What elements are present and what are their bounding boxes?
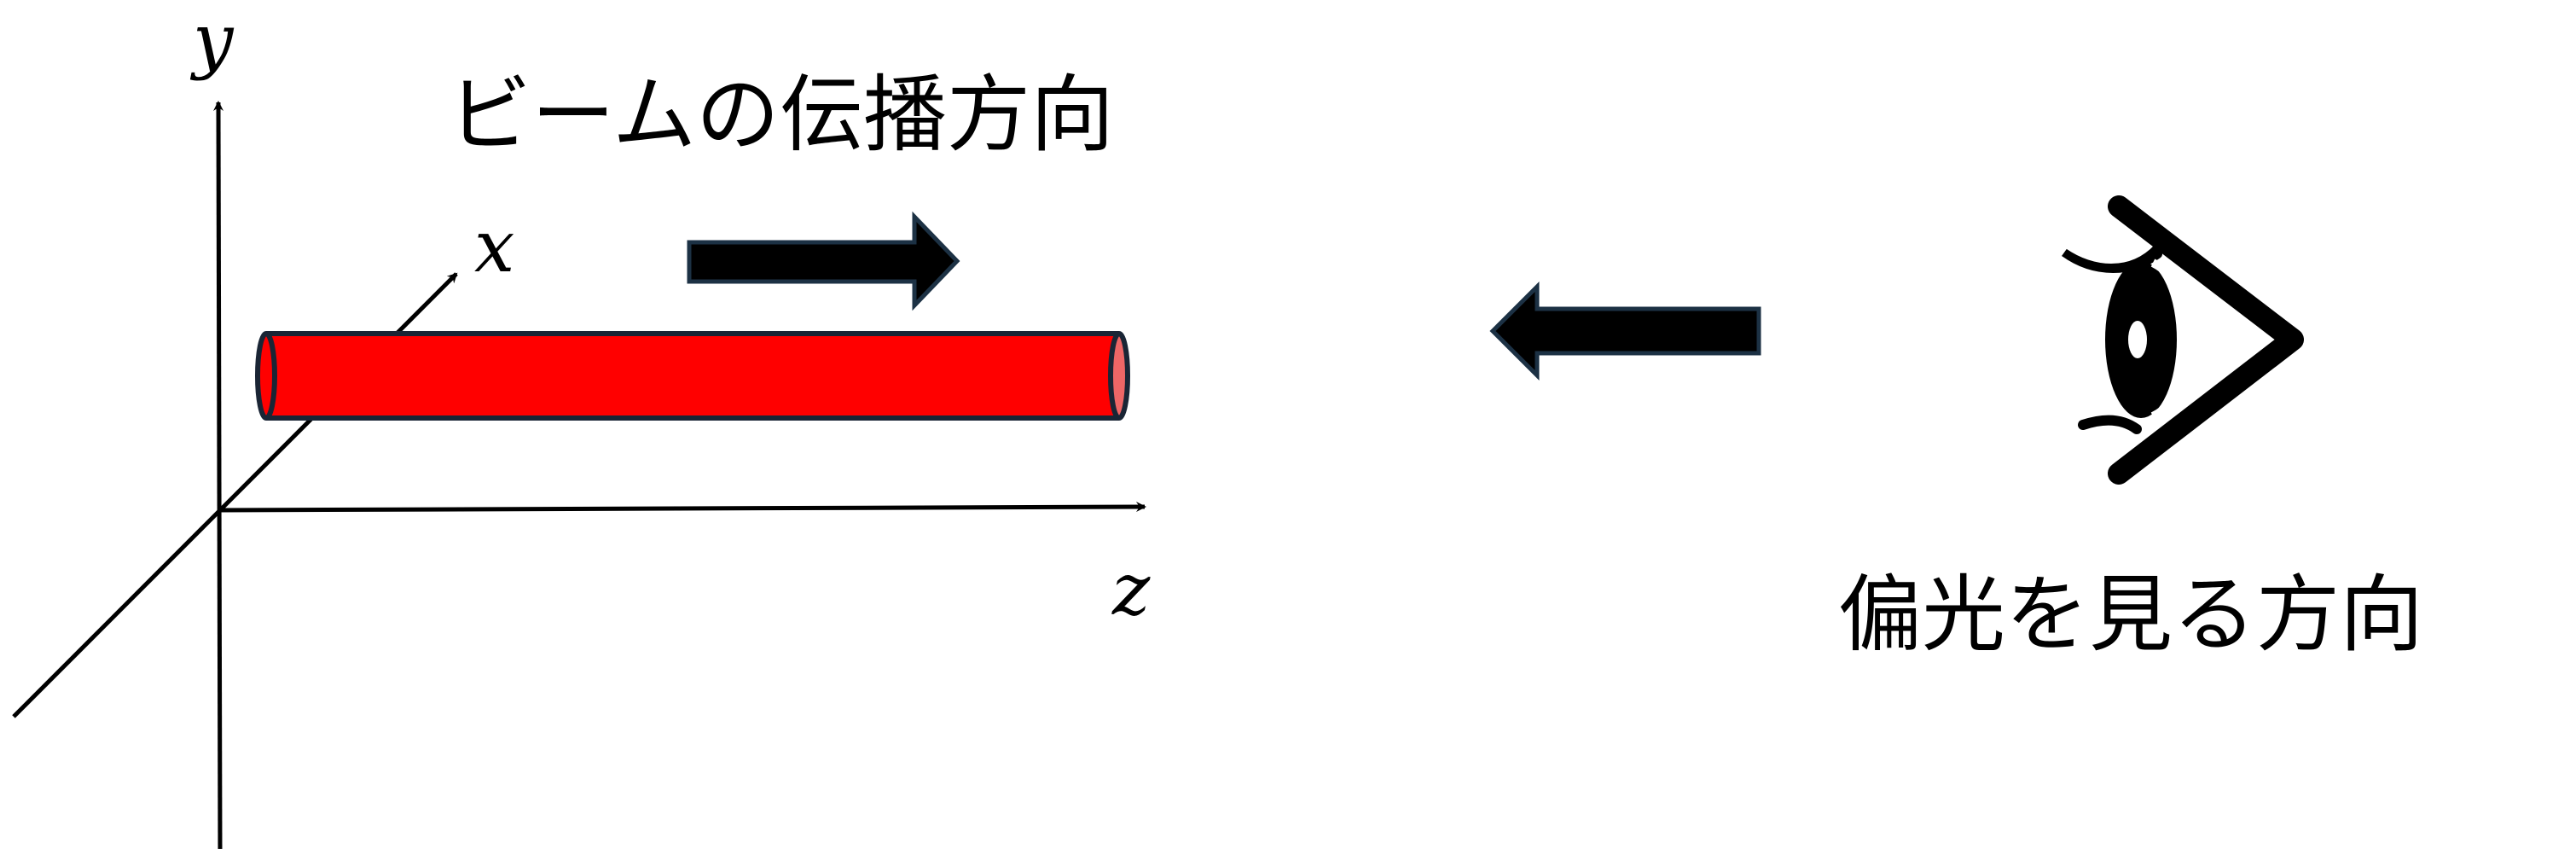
beam-end-cap bbox=[1108, 331, 1130, 421]
y-axis-label: y bbox=[189, 0, 235, 82]
right-arrow-icon bbox=[687, 211, 960, 311]
propagation-direction-label: ビームの伝播方向 bbox=[448, 67, 1114, 164]
z-axis bbox=[218, 502, 1146, 513]
left-arrow-icon bbox=[1489, 281, 1761, 381]
viewing-direction-label: 偏光を見る方向 bbox=[1838, 566, 2423, 664]
beam-polarization-diagram: y x z ビームの伝播方向 偏光を見る方向 bbox=[12, 0, 2423, 850]
x-axis-label: x bbox=[474, 205, 514, 288]
beam-body bbox=[266, 334, 1119, 418]
eye-icon bbox=[2062, 195, 2304, 485]
z-axis-label: z bbox=[1111, 548, 1151, 631]
y-axis bbox=[213, 101, 224, 850]
beam-cylinder bbox=[255, 331, 1130, 421]
beam-start-cap bbox=[255, 331, 277, 421]
